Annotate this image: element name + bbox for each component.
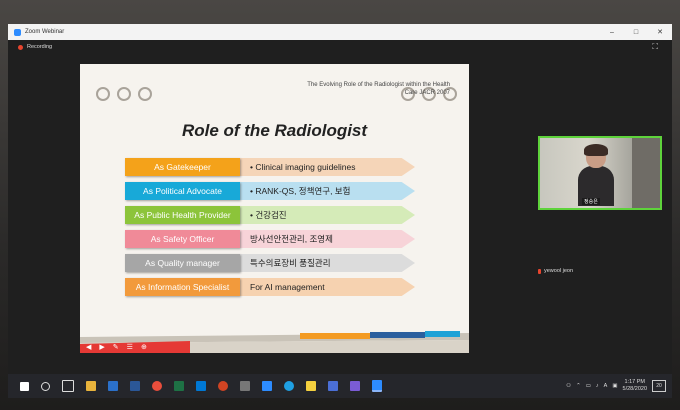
next-slide-icon[interactable]: ▶ (99, 343, 104, 351)
minimize-button[interactable]: – (600, 24, 624, 40)
mic-muted-icon (538, 268, 541, 274)
decor-circle (96, 87, 110, 101)
display-icon[interactable]: ▣ (612, 383, 617, 389)
citation-line: Care JACR 2007 (404, 90, 450, 96)
search-icon[interactable] (41, 381, 50, 391)
participant-video[interactable]: 정승은 (538, 136, 662, 210)
network-icon[interactable]: ▭ (586, 383, 591, 389)
role-label: As Quality manager (125, 254, 240, 272)
participant-figure (578, 144, 614, 206)
zoom-app-icon (14, 28, 21, 36)
role-description: For AI management (250, 282, 325, 292)
shared-slide: The Evolving Role of the Radiologist wit… (80, 64, 469, 353)
clock-time: 1:17 PM (624, 379, 645, 385)
zoom-active-icon[interactable] (372, 380, 382, 392)
participant-name: 정승은 (582, 198, 600, 205)
powerpoint-icon[interactable] (218, 381, 228, 391)
window-title: Zoom Webinar (25, 29, 65, 35)
app-icon[interactable] (350, 381, 360, 391)
background-door (632, 138, 660, 208)
role-label: As Public Health Provider (125, 206, 240, 224)
recording-indicator[interactable]: Recording (8, 40, 672, 54)
role-row: As Political Advocate • RANK-QS, 정책연구, 보험 (125, 182, 415, 200)
role-description: • RANK-QS, 정책연구, 보험 (250, 186, 351, 196)
attendee-tile[interactable]: yewool jeon (538, 268, 573, 274)
citation-line: The Evolving Role of the Radiologist wit… (307, 82, 450, 88)
outlook-icon[interactable] (108, 381, 118, 391)
role-row: As Gatekeeper • Clinical imaging guidelin… (125, 158, 415, 176)
role-description: • 건강검진 (250, 210, 287, 220)
role-label: As Safety Officer (125, 230, 240, 248)
slide-title: Role of the Radiologist (181, 121, 368, 140)
chrome-icon[interactable] (152, 381, 162, 391)
prev-slide-icon[interactable]: ◀ (86, 343, 91, 351)
role-row: As Public Health Provider • 건강검진 (125, 206, 415, 224)
volume-icon[interactable]: ♪ (596, 383, 599, 389)
clock[interactable]: 1:17 PM 5/28/2020 (623, 379, 647, 393)
sticky-notes-icon[interactable] (306, 381, 316, 391)
mail-icon[interactable] (196, 381, 206, 391)
record-icon (18, 44, 23, 50)
system-tray: ⚇ ⌃ ▭ ♪ A ▣ 1:17 PM 5/28/2020 20 (566, 374, 666, 398)
windows-start-icon[interactable] (20, 381, 29, 391)
slide-citation: The Evolving Role of the Radiologist wit… (240, 81, 450, 97)
window-titlebar: Zoom Webinar – □ ✕ (8, 24, 672, 40)
edge-icon[interactable] (284, 381, 294, 391)
close-button[interactable]: ✕ (648, 24, 672, 40)
role-row: As Safety Officer 방사선안전관리, 조영제 (125, 230, 415, 248)
role-label: As Political Advocate (125, 182, 240, 200)
teams-icon[interactable] (328, 381, 338, 391)
decor-circles-left (96, 87, 152, 101)
role-description: • Clinical imaging guidelines (250, 162, 356, 172)
role-description: 방사선안전관리, 조영제 (250, 234, 333, 244)
people-icon[interactable]: ⚇ (566, 383, 571, 389)
participant-hair (584, 144, 608, 156)
fullscreen-icon[interactable]: ⛶ (652, 42, 658, 52)
clock-date: 5/28/2020 (622, 386, 647, 392)
zoom-slide-icon[interactable]: ⊕ (141, 343, 147, 351)
pen-icon[interactable]: ✎ (113, 343, 119, 351)
slide-controls: ◀ ▶ ✎ ☰ ⊕ (80, 341, 469, 353)
calculator-icon[interactable] (240, 381, 250, 391)
attendee-name: yewool jeon (544, 268, 574, 274)
task-view-icon[interactable] (62, 380, 74, 392)
maximize-button[interactable]: □ (624, 24, 648, 40)
role-label: As Gatekeeper (125, 158, 240, 176)
role-label: As Information Specialist (125, 278, 240, 296)
word-icon[interactable] (130, 381, 140, 391)
file-explorer-icon[interactable] (86, 381, 96, 391)
excel-icon[interactable] (174, 381, 184, 391)
screen: Zoom Webinar – □ ✕ Recording ⛶ The Evolv… (8, 24, 672, 398)
decor-circle (138, 87, 152, 101)
zoom-taskbar-icon[interactable] (262, 381, 272, 391)
notification-center-icon[interactable]: 20 (652, 380, 666, 392)
role-row: As Quality manager 특수의료장비 품질관리 (125, 254, 415, 272)
role-row: As Information Specialist For AI manageme… (125, 278, 415, 296)
menu-icon[interactable]: ☰ (127, 343, 133, 351)
role-description: 특수의료장비 품질관리 (250, 258, 331, 268)
decor-circle (117, 87, 131, 101)
input-indicator[interactable]: A (604, 383, 608, 389)
windows-taskbar: ⚇ ⌃ ▭ ♪ A ▣ 1:17 PM 5/28/2020 20 (8, 374, 672, 398)
recording-label: Recording (27, 44, 53, 50)
chevron-up-icon[interactable]: ⌃ (576, 383, 581, 389)
